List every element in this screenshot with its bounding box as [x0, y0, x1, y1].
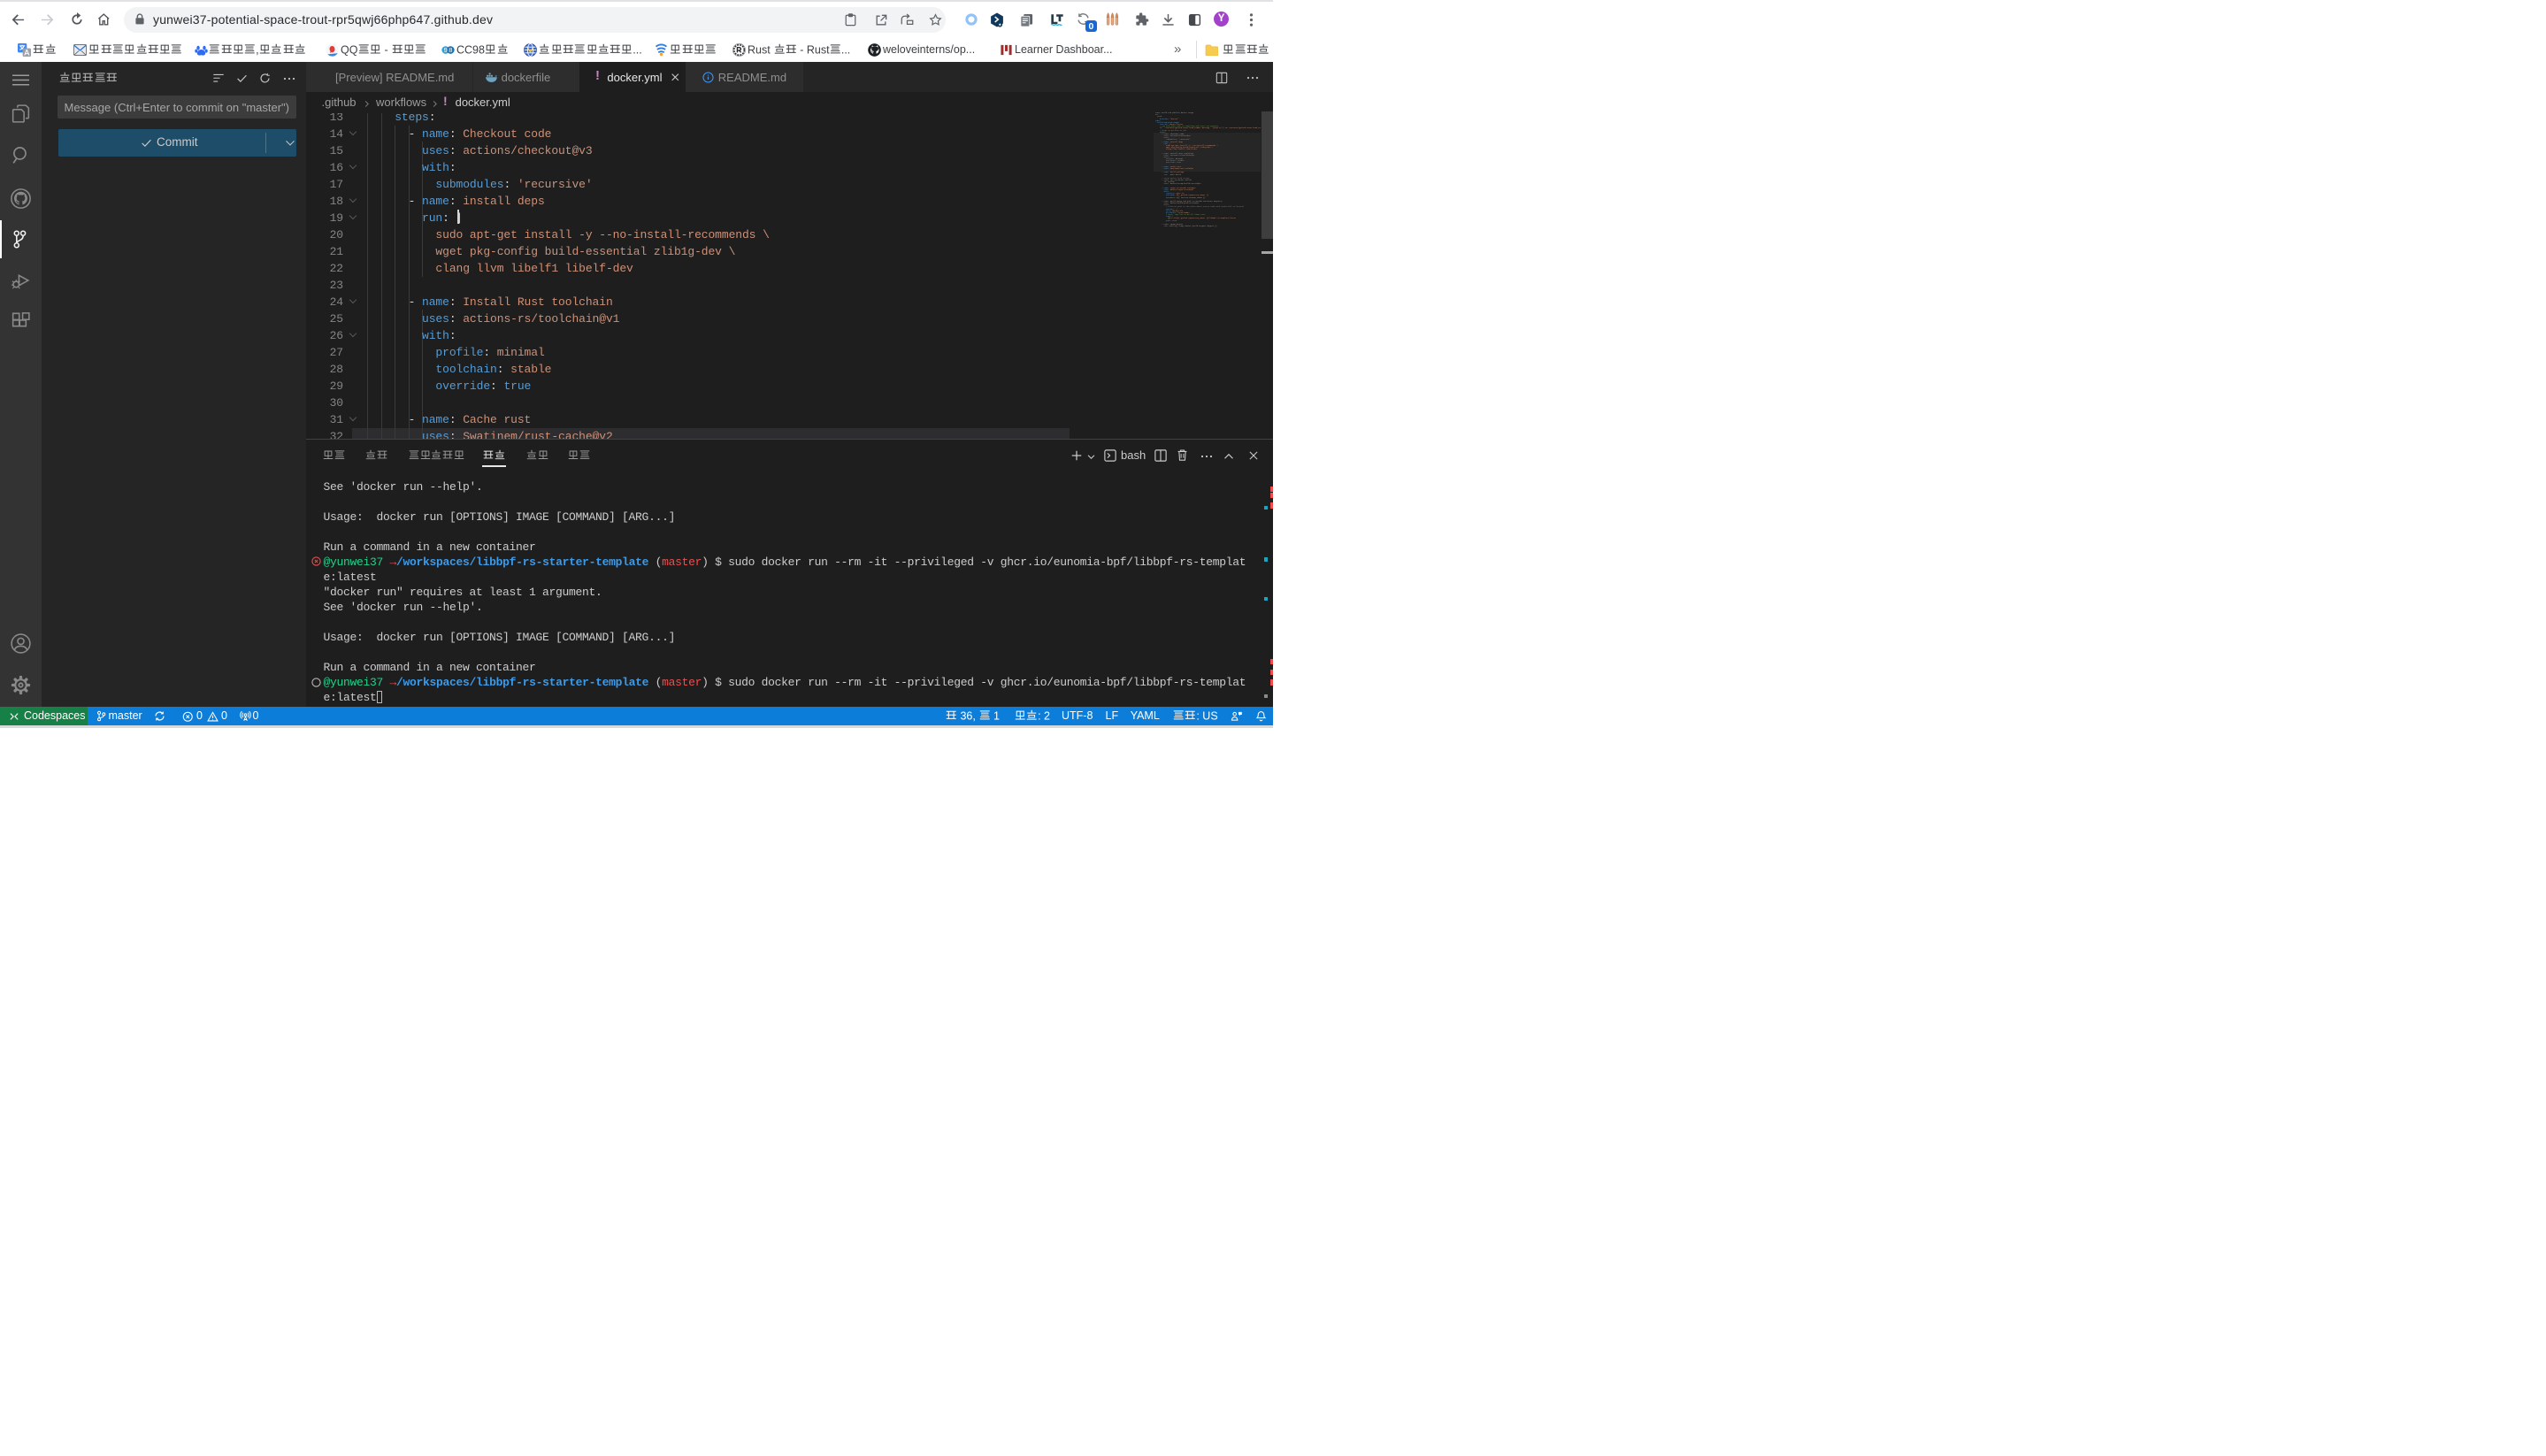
svg-text:8: 8 — [449, 46, 452, 54]
svg-text:9: 9 — [444, 46, 448, 54]
